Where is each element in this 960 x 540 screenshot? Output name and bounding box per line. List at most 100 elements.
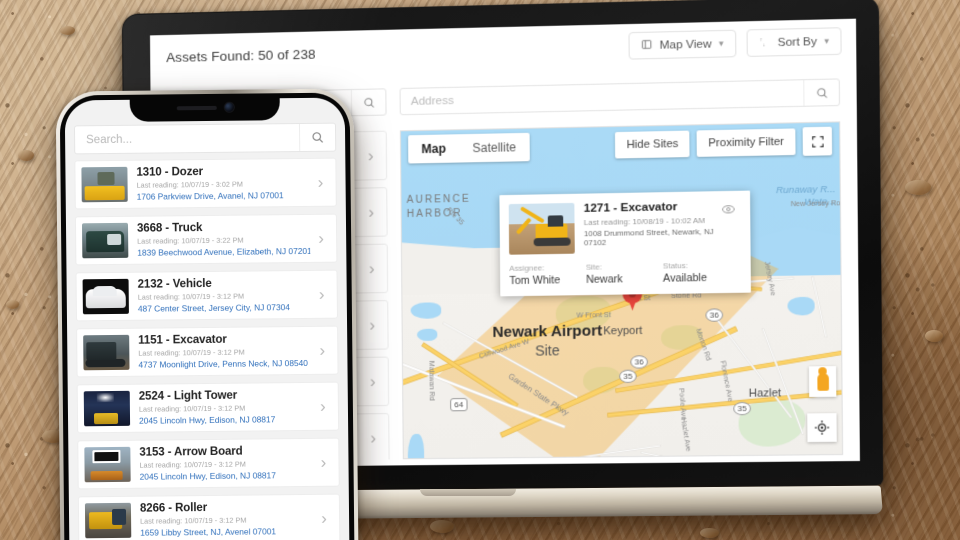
chevron-right-icon[interactable]: › (369, 315, 375, 334)
list-item-reading: Last reading: 10/07/19 - 3:12 PM (137, 291, 245, 302)
map-pond (407, 433, 425, 460)
my-location-icon[interactable] (807, 413, 837, 443)
eye-icon[interactable] (721, 200, 740, 251)
sort-by-label: Sort By (777, 35, 818, 49)
proximity-filter-button[interactable]: Proximity Filter (696, 128, 796, 157)
search-icon[interactable] (350, 89, 386, 116)
list-item-info: 1310 - Dozer Last reading: 10/07/19 - 3:… (127, 165, 309, 201)
chevron-right-icon[interactable]: › (312, 396, 334, 416)
map-pond (410, 302, 442, 319)
excavator-track (533, 237, 571, 247)
chevron-right-icon[interactable]: › (370, 428, 376, 447)
dirt-clod (905, 180, 931, 195)
chevron-down-icon: ▾ (824, 35, 830, 47)
phone-device: Search... 1310 - Dozer Last reading: 10/… (55, 88, 359, 540)
list-item-address: 487 Center Street, Jersey City, NJ 07304 (137, 301, 290, 314)
search-icon[interactable] (803, 79, 839, 106)
asset-info-card[interactable]: 1271 - Excavator Last reading: 10/08/19 … (499, 190, 751, 297)
earpiece-speaker-icon (176, 105, 217, 110)
list-item[interactable]: 8266 - Roller Last reading: 10/07/19 - 3… (77, 493, 341, 540)
list-item-info: 3153 - Arrow Board Last reading: 10/07/1… (130, 445, 312, 482)
map-right-controls: Hide Sites Proximity Filter (615, 126, 833, 160)
field-label: Site: (585, 262, 603, 272)
book-icon (641, 38, 652, 52)
address-search-field[interactable]: Address (399, 78, 841, 116)
chevron-right-icon[interactable]: › (369, 259, 375, 278)
list-item-info: 2132 - Vehicle Last reading: 10/07/19 - … (129, 277, 311, 313)
list-item-address: 1659 Libby Street, NJ, Avenel 07001 (140, 526, 277, 538)
svg-text:↑: ↑ (760, 38, 763, 43)
list-item-reading: Last reading: 10/07/19 - 3:02 PM (136, 179, 243, 190)
map-label-city-centerville: Centerville (766, 458, 820, 459)
fullscreen-icon[interactable] (802, 126, 833, 156)
chevron-right-icon[interactable]: › (370, 372, 376, 391)
field-value: Newark (585, 273, 623, 286)
chevron-right-icon[interactable]: › (368, 202, 374, 221)
card-info: 1271 - Excavator Last reading: 10/08/19 … (574, 200, 721, 253)
phone-asset-list[interactable]: 1310 - Dozer Last reading: 10/07/19 - 3:… (65, 157, 349, 540)
list-item-info: 1151 - Excavator Last reading: 10/07/19 … (129, 333, 311, 369)
list-item[interactable]: 2132 - Vehicle Last reading: 10/07/19 - … (75, 269, 338, 322)
chevron-right-icon[interactable]: › (313, 508, 335, 528)
search-input[interactable]: Search... (73, 122, 337, 155)
list-item-title: 2132 - Vehicle (137, 278, 212, 291)
excavator-photo (508, 202, 575, 255)
truck-photo (81, 222, 129, 259)
dirt-clod (700, 528, 719, 538)
map-label-city-keyport: Keyport (603, 324, 643, 338)
list-item[interactable]: 3668 - Truck Last reading: 10/07/19 - 3:… (74, 213, 338, 266)
phone-screen: Search... 1310 - Dozer Last reading: 10/… (64, 97, 350, 540)
map-view-button[interactable]: Map View ▾ (628, 29, 737, 60)
assets-found-label: Assets Found: 50 of 238 (166, 46, 316, 66)
search-icon[interactable] (298, 123, 336, 152)
field-label: Assignee: (509, 263, 545, 273)
field-value: Tom White (509, 274, 561, 288)
address-search-input[interactable]: Address (401, 87, 804, 108)
card-title: 1271 - Excavator (583, 201, 678, 215)
list-item-title: 8266 - Roller (139, 502, 208, 515)
hide-sites-button[interactable]: Hide Sites (615, 130, 690, 159)
map-view-label: Map View (659, 37, 712, 52)
site-word: Site (534, 341, 560, 359)
card-field-assignee: Assignee: Tom White (509, 263, 586, 288)
list-item[interactable]: 2524 - Light Tower Last reading: 10/07/1… (76, 381, 340, 434)
search-input-placeholder[interactable]: Search... (75, 132, 299, 146)
list-item[interactable]: 3153 - Arrow Board Last reading: 10/07/1… (77, 437, 340, 490)
chevron-right-icon[interactable]: › (311, 340, 333, 360)
list-item-info: 3668 - Truck Last reading: 10/07/19 - 3:… (128, 221, 310, 257)
arrow-board-photo (84, 446, 131, 483)
map-type-toggle[interactable]: Map Satellite (408, 132, 530, 164)
map-label-city-hazlet: Hazlet (748, 387, 782, 400)
card-top: 1271 - Excavator Last reading: 10/08/19 … (499, 191, 750, 262)
map-panel[interactable]: 36 36 35 35 64 34 AURENCE HARBOR Runaway… (399, 121, 844, 460)
list-item[interactable]: 1151 - Excavator Last reading: 10/07/19 … (76, 325, 339, 378)
sort-by-button[interactable]: ↑ ↓ Sort By ▾ (746, 27, 842, 57)
map-label-site: Newark Airport Site (492, 322, 602, 361)
street-view-pegman-icon[interactable] (808, 366, 837, 398)
tab-satellite[interactable]: Satellite (459, 133, 530, 163)
list-item-reading: Last reading: 10/07/19 - 3:12 PM (139, 459, 246, 470)
pin-tail (627, 296, 637, 310)
list-item[interactable]: 1310 - Dozer Last reading: 10/07/19 - 3:… (74, 157, 337, 210)
chevron-right-icon[interactable]: › (312, 452, 334, 472)
dozer-photo (81, 166, 128, 203)
list-item-reading: Last reading: 10/07/19 - 3:12 PM (138, 403, 246, 414)
chevron-right-icon[interactable]: › (368, 146, 374, 165)
phone-notch (129, 93, 280, 122)
phone-search-wrap: Search... (65, 122, 345, 155)
excavator-boom (515, 217, 532, 235)
chevron-right-icon[interactable]: › (310, 228, 332, 248)
excavator-arm (519, 206, 545, 224)
topbar-buttons: Map View ▾ ↑ ↓ Sort By ▾ (628, 27, 842, 60)
dirt-clod (6, 300, 19, 309)
list-item-address: 1839 Beechwood Avenue, Elizabeth, NJ 072… (137, 245, 311, 258)
card-fields: Assignee: Tom White Site: Newark Status:… (500, 258, 751, 296)
map-label-road: Matawan Rd (427, 360, 436, 401)
list-item-address: 2045 Lincoln Hwy, Edison, NJ 08817 (139, 470, 276, 482)
list-item-address: 1706 Parkview Drive, Avanel, NJ 07001 (136, 189, 284, 202)
svg-text:↓: ↓ (762, 42, 765, 47)
chevron-right-icon[interactable]: › (309, 172, 331, 192)
tab-map[interactable]: Map (408, 134, 459, 163)
field-label: Status: (662, 260, 689, 271)
chevron-right-icon[interactable]: › (311, 284, 333, 304)
